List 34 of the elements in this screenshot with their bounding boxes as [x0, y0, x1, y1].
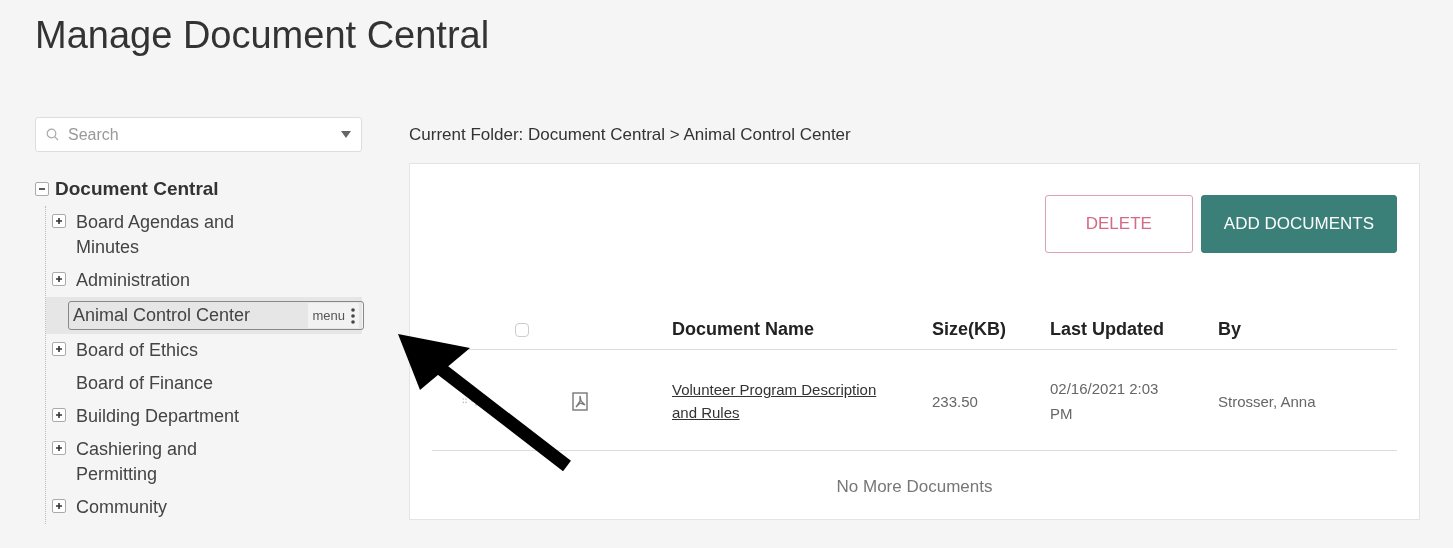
select-all-checkbox[interactable] [515, 323, 529, 337]
current-folder-path: Current Folder: Document Central > Animal Control Center [409, 125, 852, 146]
add-documents-button[interactable]: ADD DOCUMENTS [1200, 195, 1397, 253]
folder-item[interactable]: Animal Control Center menu [68, 301, 364, 330]
expand-icon[interactable] [52, 408, 66, 422]
folder-item[interactable]: Board of Finance [72, 371, 292, 396]
folder-item[interactable]: Board of Ethics [72, 338, 292, 363]
search-field[interactable]: Search [35, 117, 362, 152]
no-more-documents-text: No More Documents [836, 477, 993, 496]
folder-item[interactable]: Community [72, 495, 292, 520]
size-cell: 233.50 [912, 350, 1030, 451]
document-link[interactable]: Volunteer Program Description and Rules [672, 378, 882, 424]
expand-icon[interactable] [52, 342, 66, 356]
expand-icon[interactable] [52, 272, 66, 286]
collapse-icon[interactable] [35, 182, 49, 196]
tree-root-label[interactable]: Document Central [55, 178, 219, 200]
column-header[interactable]: Document Name [652, 305, 912, 350]
folder-item[interactable]: Building Department [72, 404, 292, 429]
pdf-file-icon [572, 391, 588, 411]
column-header[interactable]: Size(KB) [912, 305, 1030, 350]
column-header[interactable]: By [1198, 305, 1397, 350]
column-header[interactable]: Last Updated [1030, 305, 1198, 350]
author-cell: Strosser, Anna [1198, 350, 1397, 451]
folder-item[interactable]: Board Agendas and Minutes [72, 210, 292, 260]
expand-icon[interactable] [52, 214, 66, 228]
folder-item[interactable]: Cashiering and Permitting [72, 437, 292, 487]
expand-icon[interactable] [52, 499, 66, 513]
folder-item[interactable]: Administration [72, 268, 292, 293]
dropdown-caret-icon[interactable] [341, 131, 351, 138]
search-icon [46, 128, 59, 141]
kebab-menu-icon[interactable] [351, 307, 355, 324]
updated-cell: 02/16/2021 2:03 PM [1030, 350, 1198, 451]
page-title: Manage Document Central [35, 13, 491, 58]
expand-icon[interactable] [52, 441, 66, 455]
